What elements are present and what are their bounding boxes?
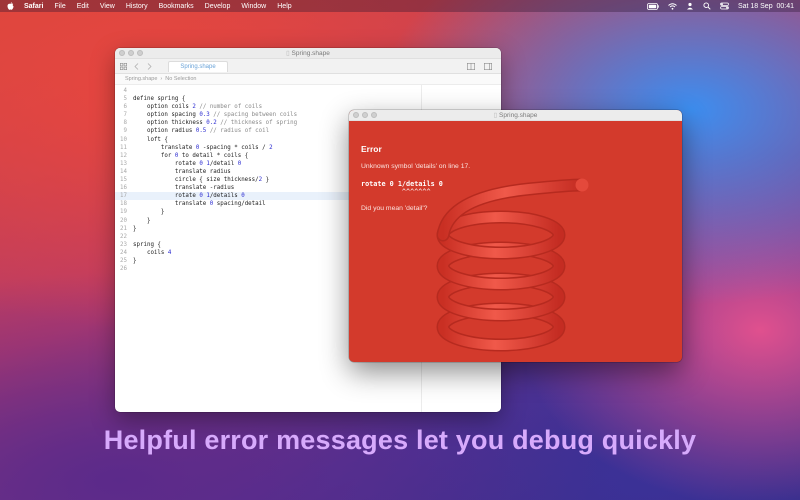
code-text[interactable]: translate radius xyxy=(133,168,231,176)
line-number: 21 xyxy=(120,225,127,232)
user-switch-icon[interactable] xyxy=(686,2,694,10)
grid-icon[interactable] xyxy=(119,62,127,70)
breadcrumb: Spring.shape › No Selection xyxy=(115,74,501,85)
error-message: Unknown symbol 'details' on line 17. xyxy=(361,163,471,170)
menu-edit[interactable]: Edit xyxy=(77,3,89,10)
editor-titlebar[interactable]: ▯ Spring.shape xyxy=(115,48,501,59)
editor-toolbar: Spring.shape xyxy=(115,59,501,74)
line-number: 20 xyxy=(120,217,127,224)
line-number: 8 xyxy=(123,120,128,127)
back-icon[interactable] xyxy=(132,62,140,70)
wifi-icon[interactable] xyxy=(668,2,677,10)
code-text[interactable]: option thickness 0.2 // thickness of spr… xyxy=(133,119,297,127)
code-text[interactable]: } xyxy=(133,208,165,216)
menu-develop[interactable]: Develop xyxy=(205,3,231,10)
clock[interactable]: Sat 18 Sep 00:41 xyxy=(738,3,794,10)
code-text[interactable]: loft { xyxy=(133,136,168,144)
line-number: 11 xyxy=(120,144,127,151)
menu-file[interactable]: File xyxy=(54,3,65,10)
code-text[interactable]: } xyxy=(133,257,137,265)
line-number: 9 xyxy=(123,128,128,135)
code-line[interactable]: 5 define spring { xyxy=(115,95,421,103)
line-number: 17 xyxy=(120,193,127,200)
search-icon[interactable] xyxy=(703,2,711,10)
code-text[interactable]: circle { size thickness/2 } xyxy=(133,176,269,184)
apple-menu-icon[interactable] xyxy=(6,2,14,10)
line-number: 23 xyxy=(120,241,127,248)
error-title-text: Spring.shape xyxy=(499,112,538,119)
split-view-icon[interactable] xyxy=(467,62,475,70)
menu-bookmarks[interactable]: Bookmarks xyxy=(159,3,194,10)
line-number: 4 xyxy=(123,88,128,94)
menu-help[interactable]: Help xyxy=(277,3,291,10)
code-text[interactable]: translate 0 -spacing * coils / 2 xyxy=(133,144,273,152)
error-window-title: ▯ Spring.shape xyxy=(349,110,682,121)
code-text[interactable]: rotate 0 1/detail 0 xyxy=(133,160,241,168)
menu-history[interactable]: History xyxy=(126,3,148,10)
error-window: ▯ Spring.shape Error Unknown symbol 'det… xyxy=(349,110,682,362)
code-text[interactable]: } xyxy=(133,217,151,225)
line-number: 10 xyxy=(120,136,127,143)
inspector-icon[interactable] xyxy=(484,62,492,70)
line-number: 26 xyxy=(120,266,127,273)
spring-3d-render[interactable] xyxy=(429,163,599,362)
error-heading: Error xyxy=(361,144,382,154)
editor-window-title: ▯ Spring.shape xyxy=(115,48,501,59)
line-number: 16 xyxy=(120,185,127,192)
menu-app-name[interactable]: Safari xyxy=(24,3,43,10)
line-number: 15 xyxy=(120,177,127,184)
battery-icon[interactable] xyxy=(647,2,659,10)
line-number: 5 xyxy=(123,96,128,103)
code-text[interactable]: define spring { xyxy=(133,95,185,103)
code-line[interactable]: 4 xyxy=(115,87,421,95)
line-number: 19 xyxy=(120,209,127,216)
menu-view[interactable]: View xyxy=(100,3,115,10)
line-number: 13 xyxy=(120,160,127,167)
line-number: 7 xyxy=(123,112,128,119)
code-text[interactable]: coils 4 xyxy=(133,249,171,257)
code-text[interactable]: for 0 to detail * coils { xyxy=(133,152,248,160)
line-number: 25 xyxy=(120,257,127,264)
code-text[interactable]: rotate 0 1/details 0 xyxy=(133,192,245,200)
code-text[interactable]: translate -radius xyxy=(133,184,234,192)
code-text[interactable]: option radius 0.5 // radius of coil xyxy=(133,127,269,135)
forward-icon[interactable] xyxy=(145,62,153,70)
error-suggestion: Did you mean 'detail'? xyxy=(361,205,428,212)
line-number: 18 xyxy=(120,201,127,208)
breadcrumb-file[interactable]: Spring.shape xyxy=(125,76,157,82)
line-number: 24 xyxy=(120,249,127,256)
menu-bar: Safari File Edit View History Bookmarks … xyxy=(0,0,800,12)
code-text[interactable]: } xyxy=(133,225,137,233)
code-text[interactable]: translate 0 spacing/detail xyxy=(133,200,266,208)
control-center-icon[interactable] xyxy=(720,2,729,10)
code-text[interactable]: option coils 2 // number of coils xyxy=(133,103,262,111)
tab-spring-shape[interactable]: Spring.shape xyxy=(168,60,228,72)
marketing-caption: Helpful error messages let you debug qui… xyxy=(103,425,697,455)
menu-window[interactable]: Window xyxy=(241,3,266,10)
line-number: 6 xyxy=(123,104,128,111)
error-content: Error Unknown symbol 'details' on line 1… xyxy=(349,121,682,362)
code-text[interactable]: spring { xyxy=(133,241,161,249)
error-titlebar[interactable]: ▯ Spring.shape xyxy=(349,110,682,121)
editor-title-text: Spring.shape xyxy=(291,50,330,57)
line-number: 12 xyxy=(120,152,127,159)
error-caret-line: ^^^^^^^ xyxy=(361,188,431,196)
breadcrumb-selection[interactable]: No Selection xyxy=(165,76,196,82)
error-code-line: rotate 0 1/details 0 xyxy=(361,180,443,188)
line-number: 14 xyxy=(120,168,127,175)
code-text[interactable]: option spacing 0.3 // spacing between co… xyxy=(133,111,297,119)
chevron-right-icon: › xyxy=(160,76,163,82)
line-number: 22 xyxy=(120,233,127,240)
